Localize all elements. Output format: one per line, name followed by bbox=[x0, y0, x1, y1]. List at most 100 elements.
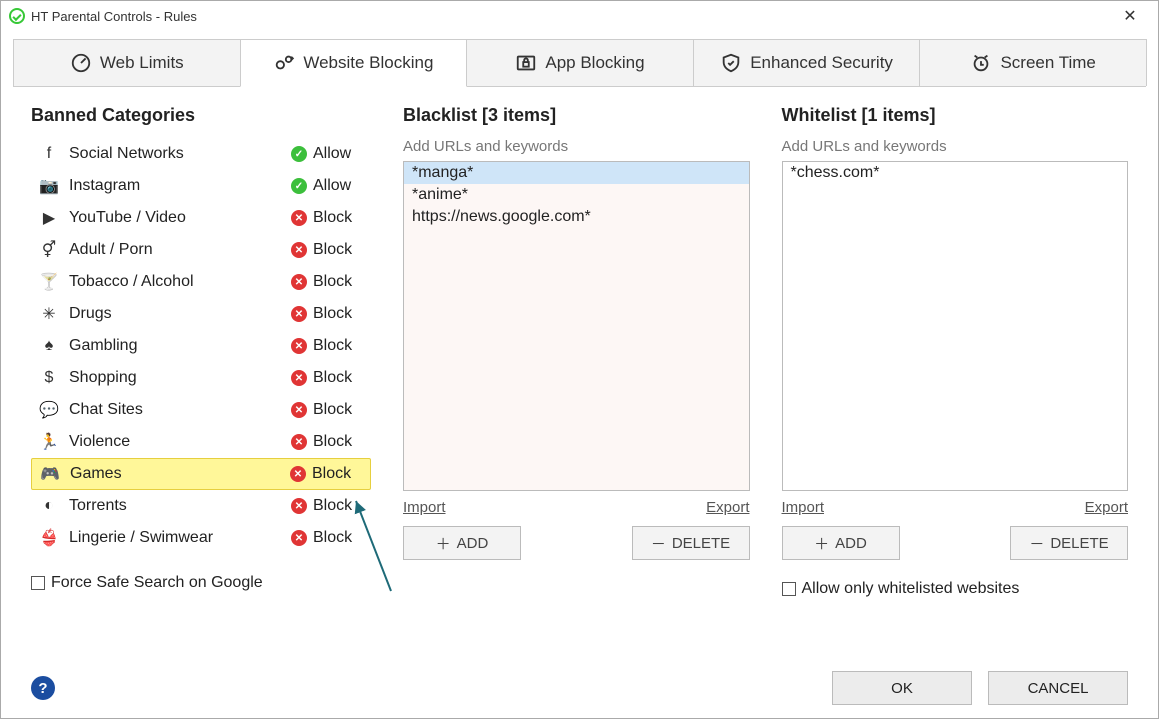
banned-categories-title: Banned Categories bbox=[31, 105, 371, 126]
minus-icon: － bbox=[651, 533, 666, 554]
list-item[interactable]: *anime* bbox=[404, 184, 749, 206]
cross-icon bbox=[291, 498, 307, 514]
category-row[interactable]: 💬Chat SitesBlock bbox=[31, 394, 371, 426]
category-status[interactable]: Block bbox=[291, 209, 371, 227]
category-row[interactable]: ◐TorrentsBlock bbox=[31, 490, 371, 522]
whitelist-hint: Add URLs and keywords bbox=[782, 138, 1129, 155]
whitelist-title: Whitelist [1 items] bbox=[782, 105, 1129, 126]
plus-icon: ＋ bbox=[436, 533, 451, 554]
category-icon: ◐ bbox=[37, 497, 61, 515]
category-label: Torrents bbox=[61, 497, 291, 515]
blacklist-export-link[interactable]: Export bbox=[706, 499, 749, 516]
close-icon[interactable]: ✕ bbox=[1110, 6, 1150, 26]
category-status[interactable]: Allow bbox=[291, 177, 371, 195]
status-label: Block bbox=[312, 465, 351, 483]
cross-icon bbox=[291, 530, 307, 546]
checkbox-icon[interactable] bbox=[782, 582, 796, 596]
bottom-bar: ? OK CANCEL bbox=[1, 658, 1158, 718]
category-row[interactable]: 🏃ViolenceBlock bbox=[31, 426, 371, 458]
blacklist-import-link[interactable]: Import bbox=[403, 499, 446, 516]
tab-screen-time[interactable]: Screen Time bbox=[919, 39, 1147, 86]
category-status[interactable]: Block bbox=[291, 433, 371, 451]
category-status[interactable]: Block bbox=[291, 273, 371, 291]
category-row[interactable]: ⚥Adult / PornBlock bbox=[31, 234, 371, 266]
tab-web-limits[interactable]: Web Limits bbox=[13, 39, 241, 86]
blacklist-add-button[interactable]: ＋ ADD bbox=[403, 526, 521, 560]
category-row[interactable]: 🎮Games Block bbox=[31, 458, 371, 490]
category-label: Chat Sites bbox=[61, 401, 291, 419]
tab-website-blocking[interactable]: Website Blocking bbox=[240, 39, 468, 87]
category-row[interactable]: 📷InstagramAllow bbox=[31, 170, 371, 202]
tab-app-blocking[interactable]: App Blocking bbox=[466, 39, 694, 86]
category-icon: $ bbox=[37, 369, 61, 387]
category-status[interactable]: Block bbox=[291, 529, 371, 547]
tab-bar: Web Limits Website Blocking App Blocking… bbox=[13, 39, 1146, 87]
check-icon bbox=[291, 178, 307, 194]
cross-icon bbox=[291, 210, 307, 226]
category-status[interactable]: Allow bbox=[291, 145, 371, 163]
only-whitelisted-checkline[interactable]: Allow only whitelisted websites bbox=[782, 580, 1129, 598]
whitelist-listbox[interactable]: *chess.com* bbox=[782, 161, 1129, 491]
category-row[interactable]: 👙Lingerie / SwimwearBlock bbox=[31, 522, 371, 554]
category-status[interactable]: Block bbox=[291, 241, 371, 259]
list-item[interactable]: *manga* bbox=[404, 162, 749, 184]
blacklist-title: Blacklist [3 items] bbox=[403, 105, 750, 126]
tab-label: Screen Time bbox=[1000, 53, 1095, 73]
category-icon: ▶ bbox=[37, 208, 61, 228]
cross-icon bbox=[291, 434, 307, 450]
category-status[interactable]: Block bbox=[291, 401, 371, 419]
category-label: Tobacco / Alcohol bbox=[61, 273, 291, 291]
category-row[interactable]: fSocial NetworksAllow bbox=[31, 138, 371, 170]
help-icon[interactable]: ? bbox=[31, 676, 55, 700]
category-icon: 🍸 bbox=[37, 272, 61, 292]
category-row[interactable]: 🍸Tobacco / Alcohol Block bbox=[31, 266, 371, 298]
status-label: Block bbox=[313, 273, 352, 291]
ok-button[interactable]: OK bbox=[832, 671, 972, 705]
cross-icon bbox=[291, 306, 307, 322]
category-icon: ✳ bbox=[37, 304, 61, 324]
button-label: OK bbox=[891, 680, 913, 697]
tab-enhanced-security[interactable]: Enhanced Security bbox=[693, 39, 921, 86]
tab-label: Enhanced Security bbox=[750, 53, 893, 73]
cross-icon bbox=[291, 242, 307, 258]
category-status[interactable]: Block bbox=[291, 305, 371, 323]
category-label: Adult / Porn bbox=[61, 241, 291, 259]
checkbox-icon[interactable] bbox=[31, 576, 45, 590]
whitelist-export-link[interactable]: Export bbox=[1085, 499, 1128, 516]
category-status[interactable]: Block bbox=[291, 497, 371, 515]
banned-categories-panel: Banned Categories fSocial NetworksAllow📷… bbox=[31, 105, 371, 598]
category-label: Gambling bbox=[61, 337, 291, 355]
list-item[interactable]: https://news.google.com* bbox=[404, 206, 749, 228]
blacklist-hint: Add URLs and keywords bbox=[403, 138, 750, 155]
category-icon: 💬 bbox=[37, 400, 61, 420]
button-label: ADD bbox=[835, 535, 867, 552]
category-icon: ⚥ bbox=[37, 240, 61, 260]
category-row[interactable]: $ShoppingBlock bbox=[31, 362, 371, 394]
blacklist-listbox[interactable]: *manga**anime*https://news.google.com* bbox=[403, 161, 750, 491]
window-lock-icon bbox=[515, 52, 537, 74]
category-status[interactable]: Block bbox=[290, 465, 370, 483]
status-label: Allow bbox=[313, 177, 351, 195]
tab-label: Website Blocking bbox=[303, 53, 433, 73]
whitelist-import-link[interactable]: Import bbox=[782, 499, 825, 516]
category-status[interactable]: Block bbox=[291, 337, 371, 355]
whitelist-delete-button[interactable]: － DELETE bbox=[1010, 526, 1128, 560]
button-label: ADD bbox=[457, 535, 489, 552]
category-icon: 🎮 bbox=[38, 464, 62, 484]
content: Banned Categories fSocial NetworksAllow📷… bbox=[1, 87, 1158, 598]
blacklist-panel: Blacklist [3 items] Add URLs and keyword… bbox=[403, 105, 750, 598]
category-label: Games bbox=[62, 465, 290, 483]
shield-icon bbox=[720, 52, 742, 74]
list-item[interactable]: *chess.com* bbox=[783, 162, 1128, 184]
category-icon: 🏃 bbox=[37, 432, 61, 452]
cancel-button[interactable]: CANCEL bbox=[988, 671, 1128, 705]
category-status[interactable]: Block bbox=[291, 369, 371, 387]
status-label: Block bbox=[313, 337, 352, 355]
safe-search-checkline[interactable]: Force Safe Search on Google bbox=[31, 574, 371, 592]
category-row[interactable]: ♠GamblingBlock bbox=[31, 330, 371, 362]
category-icon: 📷 bbox=[37, 176, 61, 196]
whitelist-add-button[interactable]: ＋ ADD bbox=[782, 526, 900, 560]
blacklist-delete-button[interactable]: － DELETE bbox=[632, 526, 750, 560]
category-row[interactable]: ✳DrugsBlock bbox=[31, 298, 371, 330]
category-row[interactable]: ▶YouTube / VideoBlock bbox=[31, 202, 371, 234]
